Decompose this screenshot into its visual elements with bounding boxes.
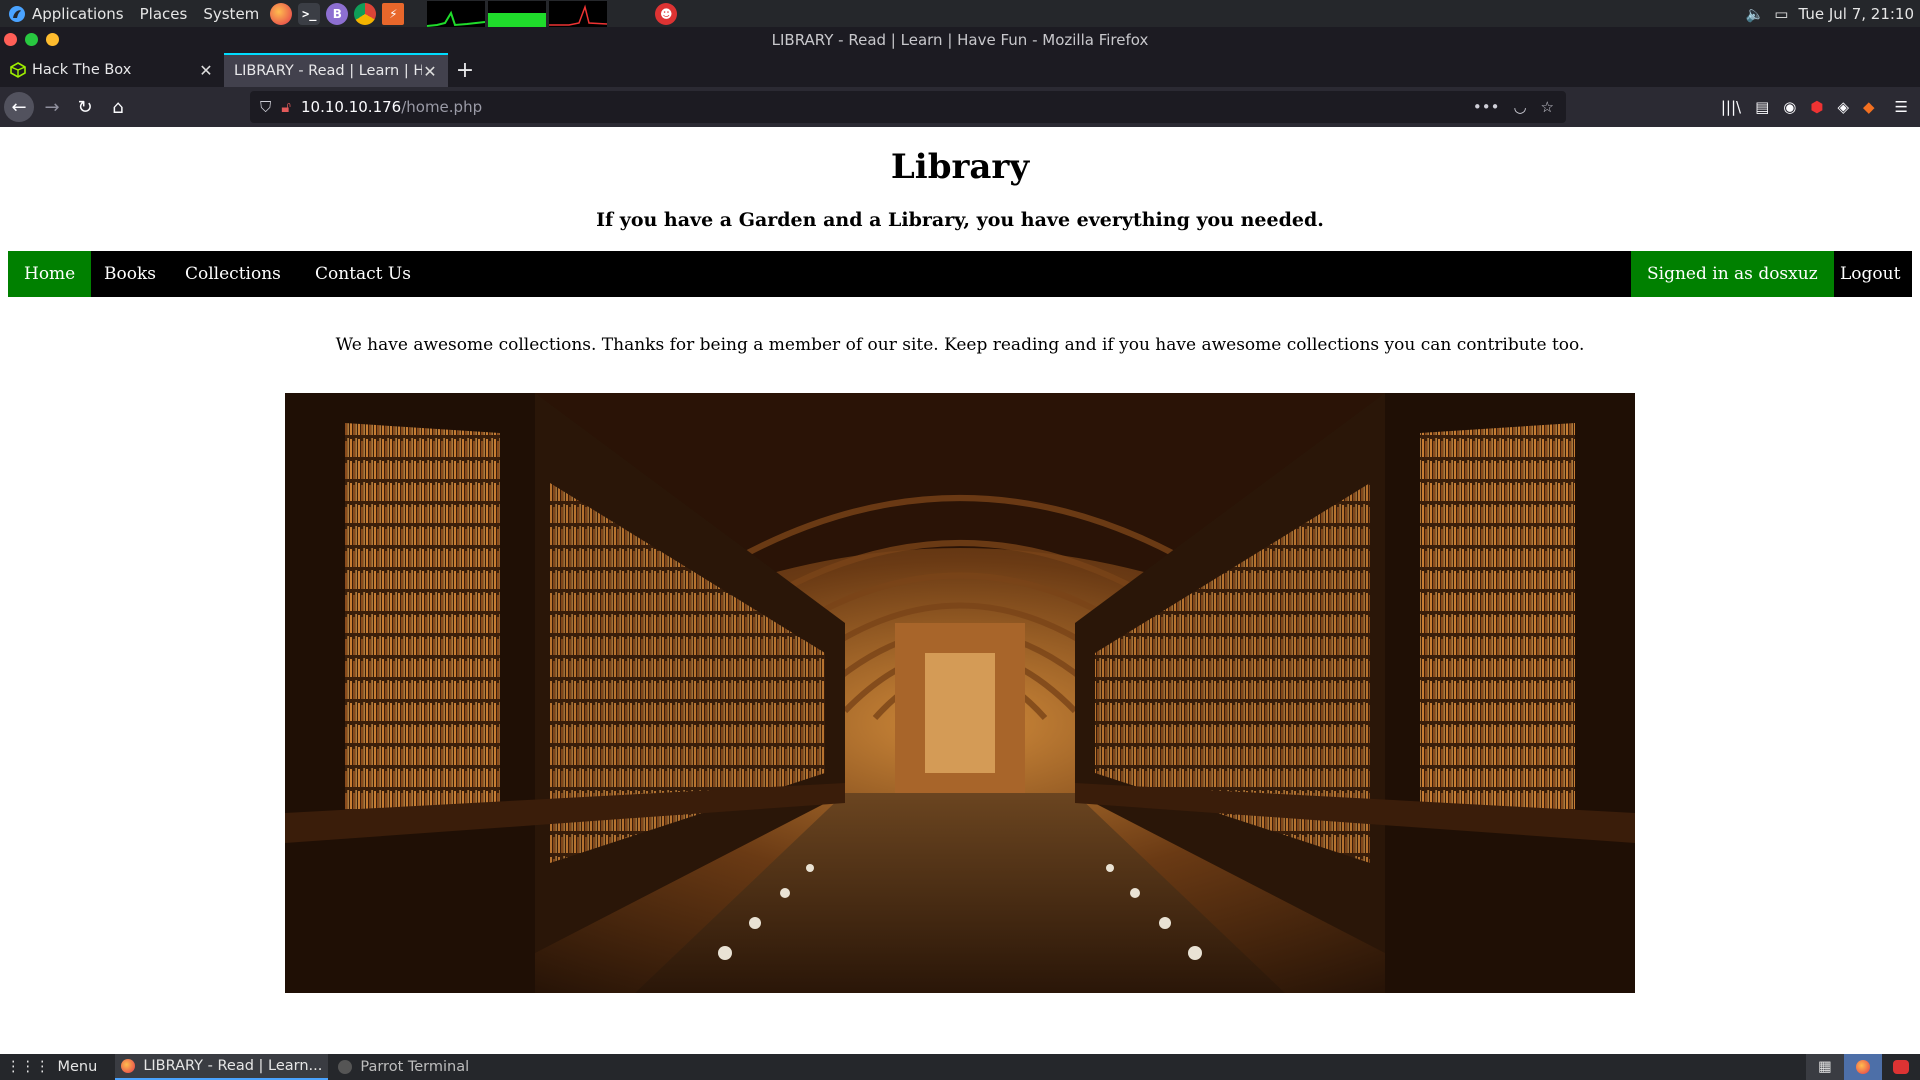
applications-menu[interactable]: Applications (0, 0, 132, 27)
extension-icon[interactable]: ◆ (1863, 98, 1875, 116)
menu-button[interactable]: ⋮⋮⋮ Menu (0, 1054, 103, 1080)
library-icon[interactable]: |||\ (1721, 98, 1741, 116)
memory-monitor-graph (488, 0, 547, 27)
parrot-logo-icon (9, 5, 25, 22)
home-button[interactable]: ⌂ (103, 92, 133, 122)
taskbar-item-label: Parrot Terminal (360, 1059, 470, 1075)
system-menu[interactable]: System (195, 0, 267, 27)
workspace-switcher-icon[interactable]: ▦ (1806, 1054, 1844, 1080)
terminal-launcher-icon[interactable]: >_ (298, 2, 321, 25)
taskbar-item-terminal[interactable]: Parrot Terminal (332, 1054, 475, 1080)
parrot-ghost-icon[interactable]: ☻ (655, 2, 678, 25)
intro-text: We have awesome collections. Thanks for … (335, 335, 1585, 355)
places-menu[interactable]: Places (132, 0, 196, 27)
forward-button[interactable]: → (37, 92, 67, 122)
sidebar-icon[interactable]: ▤ (1755, 98, 1769, 116)
places-menu-label: Places (139, 4, 188, 23)
window-title: LIBRARY - Read | Learn | Have Fun - Mozi… (771, 31, 1149, 49)
reload-button[interactable]: ↻ (70, 92, 100, 122)
firefox-icon (121, 1059, 136, 1073)
back-button[interactable]: ← (4, 92, 34, 122)
ublock-icon[interactable]: ⬢ (1810, 98, 1823, 116)
tab-library[interactable]: LIBRARY - Read | Learn | Ha ✕ (224, 53, 448, 87)
url-bar[interactable]: ⛉ 🔓︎ 10.10.10.176/home.php ••• ◡ ☆ (250, 91, 1566, 123)
page-actions-icon[interactable]: ••• (1473, 98, 1500, 116)
signed-in-user-link[interactable]: Signed in as dosxuz (1631, 251, 1834, 297)
taskbar-item-firefox[interactable]: LIBRARY - Read | Learn... (115, 1054, 329, 1080)
new-tab-button[interactable]: + (448, 53, 482, 87)
library-hall-photo (285, 393, 1635, 993)
shield-icon[interactable]: ⛉ (260, 98, 271, 116)
maximize-window-button[interactable] (25, 33, 38, 46)
nav-contact-link[interactable]: Contact Us (299, 251, 427, 297)
foxyproxy-icon[interactable]: ◈ (1837, 98, 1849, 116)
navigation-toolbar: ← → ↻ ⌂ ⛉ 🔓︎ 10.10.10.176/home.php ••• ◡… (0, 87, 1920, 127)
editor-launcher-icon[interactable]: B (326, 2, 349, 25)
network-monitor-graph (549, 0, 608, 27)
system-tray: ▦ (1806, 1054, 1920, 1080)
window-titlebar: LIBRARY - Read | Learn | Have Fun - Mozi… (0, 27, 1920, 53)
hamburger-menu-icon[interactable]: ☰ (1895, 98, 1908, 116)
nav-collections-link[interactable]: Collections (169, 251, 297, 297)
menu-label: Menu (57, 1059, 98, 1075)
site-navigation-bar: Home Books Collections Contact Us Signed… (8, 251, 1912, 297)
tab-label: LIBRARY - Read | Learn | Ha (234, 63, 422, 79)
clock[interactable]: Tue Jul 7, 21:10 (1798, 5, 1914, 23)
minimize-window-button[interactable] (46, 33, 59, 46)
hackthebox-cube-icon (10, 62, 26, 78)
bookmark-star-icon[interactable]: ☆ (1541, 98, 1554, 116)
tab-label: Hack The Box (32, 62, 132, 78)
system-top-panel: Applications Places System >_ B ⚡ ☻ 🔈 ▭ … (0, 0, 1920, 27)
tray-firefox-icon[interactable] (1844, 1054, 1882, 1080)
tray-parrot-icon[interactable] (1882, 1054, 1920, 1080)
display-icon[interactable]: ▭ (1774, 5, 1788, 23)
cpu-monitor-graph (427, 0, 486, 27)
close-window-button[interactable] (4, 33, 17, 46)
site-title: Library (890, 147, 1030, 187)
nav-books-link[interactable]: Books (88, 251, 172, 297)
url-host: 10.10.10.176 (301, 98, 402, 116)
burpsuite-launcher-icon[interactable]: ⚡ (382, 2, 405, 25)
applications-menu-label: Applications (32, 4, 124, 23)
volume-icon[interactable]: 🔈 (1746, 5, 1765, 23)
close-tab-icon[interactable]: ✕ (422, 62, 438, 81)
system-menu-label: System (203, 4, 260, 23)
taskbar-item-label: LIBRARY - Read | Learn... (143, 1058, 323, 1074)
site-tagline: If you have a Garden and a Library, you … (596, 209, 1324, 231)
insecure-lock-icon[interactable]: 🔓︎ (281, 98, 291, 116)
firefox-launcher-icon[interactable] (270, 2, 293, 25)
pocket-icon[interactable]: ◡ (1513, 98, 1526, 116)
close-tab-icon[interactable]: ✕ (198, 61, 214, 80)
web-page: Library If you have a Garden and a Libra… (0, 127, 1920, 1055)
terminal-icon (338, 1060, 353, 1074)
nav-home-link[interactable]: Home (8, 251, 92, 297)
bottom-taskbar: ⋮⋮⋮ Menu LIBRARY - Read | Learn... Parro… (0, 1054, 1920, 1080)
chrome-launcher-icon[interactable] (354, 2, 377, 25)
tab-bar: Hack The Box ✕ LIBRARY - Read | Learn | … (0, 53, 1920, 87)
library-hall-illustration (285, 393, 1635, 993)
logout-link[interactable]: Logout (1824, 251, 1916, 297)
tab-hack-the-box[interactable]: Hack The Box ✕ (0, 53, 224, 87)
grid-menu-icon: ⋮⋮⋮ (6, 1059, 50, 1075)
account-icon[interactable]: ◉ (1783, 98, 1796, 116)
url-path: /home.php (401, 98, 483, 116)
